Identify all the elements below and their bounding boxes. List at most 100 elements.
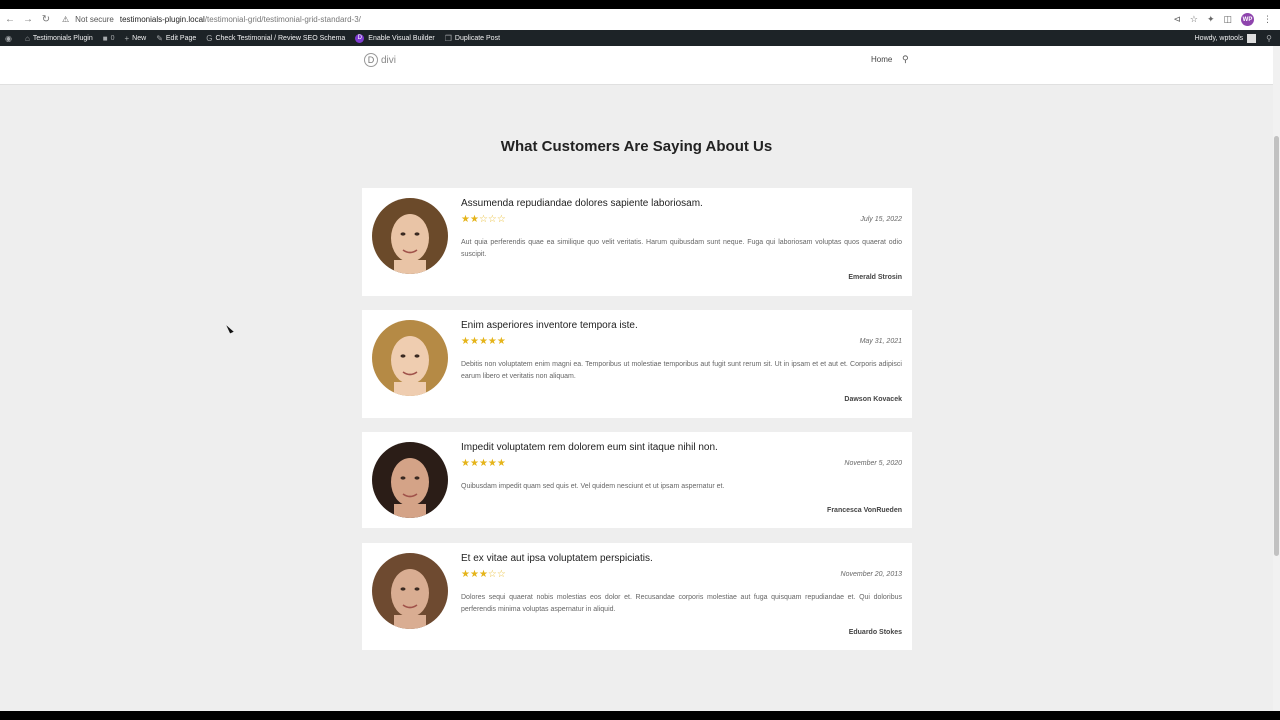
testimonial-date: November 20, 2013	[840, 571, 902, 578]
testimonial-card: Assumenda repudiandae dolores sapiente l…	[362, 188, 912, 296]
star-filled-icon: ★	[478, 336, 488, 347]
not-secure-icon: ⚠	[62, 15, 70, 24]
testimonial-card: Et ex vitae aut ipsa voluptatem perspici…	[362, 543, 912, 650]
testimonial-author: Emerald Strosin	[848, 274, 902, 281]
star-filled-icon: ★	[496, 336, 506, 347]
testimonial-card: Impedit voluptatem rem dolorem eum sint …	[362, 432, 912, 528]
url-host: testimonials-plugin.local	[119, 15, 205, 24]
star-filled-icon: ★	[461, 336, 470, 347]
profile-avatar[interactable]: WP	[1241, 13, 1254, 26]
page-viewport: D divi Home ⚲ What Customers Are Saying …	[0, 46, 1273, 711]
back-icon[interactable]: ←	[2, 12, 18, 28]
star-empty-icon: ☆	[487, 214, 497, 225]
search-icon[interactable]: ⚲	[902, 54, 909, 65]
star-rating: ★★★★★	[461, 458, 506, 469]
adminbar-site-name[interactable]: ⌂ Testimonials Plugin	[20, 30, 98, 46]
star-filled-icon: ★	[461, 458, 470, 469]
divi-icon: D	[355, 33, 365, 43]
testimonial-date: May 31, 2021	[859, 338, 902, 345]
edit-page-label: Edit Page	[165, 34, 197, 42]
duplicate-icon: ❐	[444, 33, 452, 43]
page-title: What Customers Are Saying About Us	[500, 138, 773, 155]
scrollbar-thumb[interactable]	[1274, 136, 1279, 556]
star-filled-icon: ★	[478, 569, 488, 580]
star-filled-icon: ★	[469, 569, 479, 580]
new-label: New	[132, 34, 147, 42]
wp-admin-bar: ◉ ⌂ Testimonials Plugin ■ 0 + New ✎ Edit Pag…	[0, 30, 1280, 46]
star-empty-icon: ☆	[496, 569, 506, 580]
testimonial-avatar	[372, 553, 448, 629]
star-empty-icon: ☆	[496, 214, 506, 225]
star-rating: ★★★☆☆	[461, 569, 506, 580]
star-filled-icon: ★	[461, 569, 470, 580]
star-filled-icon: ★	[487, 458, 497, 469]
testimonial-title: Impedit voluptatem rem dolorem eum sint …	[461, 442, 718, 453]
star-empty-icon: ☆	[478, 214, 488, 225]
testimonial-date: November 5, 2020	[844, 460, 902, 467]
google-icon: G	[206, 33, 213, 43]
site-logo[interactable]: D divi	[364, 53, 396, 67]
testimonial-avatar	[372, 320, 448, 396]
pencil-icon: ✎	[156, 33, 163, 43]
testimonial-avatar	[372, 198, 448, 274]
adminbar-comments[interactable]: ■ 0	[98, 30, 120, 46]
page-scrollbar[interactable]	[1273, 46, 1280, 711]
adminbar-duplicate[interactable]: ❐ Duplicate Post	[440, 30, 505, 46]
duplicate-label: Duplicate Post	[454, 34, 501, 42]
adminbar-edit-page[interactable]: ✎ Edit Page	[151, 30, 201, 46]
star-rating: ★★★★★	[461, 336, 506, 347]
star-filled-icon: ★	[469, 336, 479, 347]
site-name-label: Testimonials Plugin	[32, 34, 93, 42]
screen-bottom-border	[0, 711, 1280, 720]
site-header: D divi Home ⚲	[0, 46, 1273, 84]
howdy-label: Howdy, wptools	[1194, 34, 1244, 42]
logo-text: divi	[381, 54, 397, 66]
browser-menu-icon[interactable]: ⋮	[1263, 14, 1272, 25]
testimonial-body: Dolores sequi quaerat nobis molestias eo…	[461, 594, 902, 613]
wordpress-logo-icon[interactable]: ◉	[0, 30, 20, 46]
url-path: /testimonial-grid/testimonial-grid-stand…	[204, 15, 361, 24]
adminbar-search-icon[interactable]: ⚲	[1261, 30, 1280, 46]
user-avatar	[1247, 33, 1257, 43]
side-panel-icon[interactable]: ◫	[1223, 14, 1232, 25]
check-schema-label: Check Testimonial / Review SEO Schema	[215, 34, 346, 42]
testimonial-body: Aut quia perferendis quae ea similique q…	[461, 239, 902, 258]
adminbar-new[interactable]: + New	[120, 30, 152, 46]
bookmark-star-icon[interactable]: ☆	[1190, 14, 1198, 25]
testimonial-title: Enim asperiores inventore tempora iste.	[461, 320, 638, 331]
reload-icon[interactable]: ↻	[38, 12, 54, 28]
screen-top-border	[0, 0, 1280, 9]
testimonial-title: Et ex vitae aut ipsa voluptatem perspici…	[461, 553, 653, 564]
forward-icon[interactable]: →	[20, 12, 36, 28]
comments-count: 0	[110, 34, 115, 42]
visual-builder-label: Enable Visual Builder	[368, 34, 435, 42]
star-empty-icon: ☆	[487, 569, 497, 580]
browser-toolbar: ← → ↻ ⚠ Not secure testimonials-plugin.l…	[0, 9, 1280, 30]
security-label: Not secure	[75, 15, 114, 24]
share-icon[interactable]: ⊲	[1173, 14, 1181, 25]
menu-item-home[interactable]: Home	[871, 55, 892, 64]
address-bar[interactable]: ⚠ Not secure testimonials-plugin.local/t…	[62, 12, 361, 28]
star-filled-icon: ★	[496, 458, 506, 469]
star-filled-icon: ★	[461, 214, 470, 225]
star-rating: ★★☆☆☆	[461, 214, 506, 225]
star-filled-icon: ★	[478, 458, 488, 469]
adminbar-account[interactable]: Howdy, wptools	[1190, 30, 1262, 46]
adminbar-check-schema[interactable]: G Check Testimonial / Review SEO Schema	[201, 30, 350, 46]
testimonial-body: Debitis non voluptatem enim magni ea. Te…	[461, 361, 902, 380]
testimonial-card: Enim asperiores inventore tempora iste. ★…	[362, 310, 912, 418]
testimonial-author: Eduardo Stokes	[848, 629, 902, 636]
testimonial-date: July 15, 2022	[860, 216, 902, 223]
testimonial-avatar	[372, 442, 448, 518]
adminbar-visual-builder[interactable]: D Enable Visual Builder	[350, 30, 439, 46]
extensions-puzzle-icon[interactable]: ✦	[1207, 14, 1215, 25]
plus-icon: +	[124, 33, 130, 43]
star-filled-icon: ★	[487, 336, 497, 347]
divi-logo-icon: D	[364, 53, 378, 67]
comment-icon: ■	[102, 33, 108, 43]
home-icon: ⌂	[24, 33, 30, 43]
star-filled-icon: ★	[469, 214, 479, 225]
testimonial-title: Assumenda repudiandae dolores sapiente l…	[461, 198, 703, 209]
testimonial-author: Francesca VonRueden	[827, 507, 902, 514]
star-filled-icon: ★	[469, 458, 479, 469]
